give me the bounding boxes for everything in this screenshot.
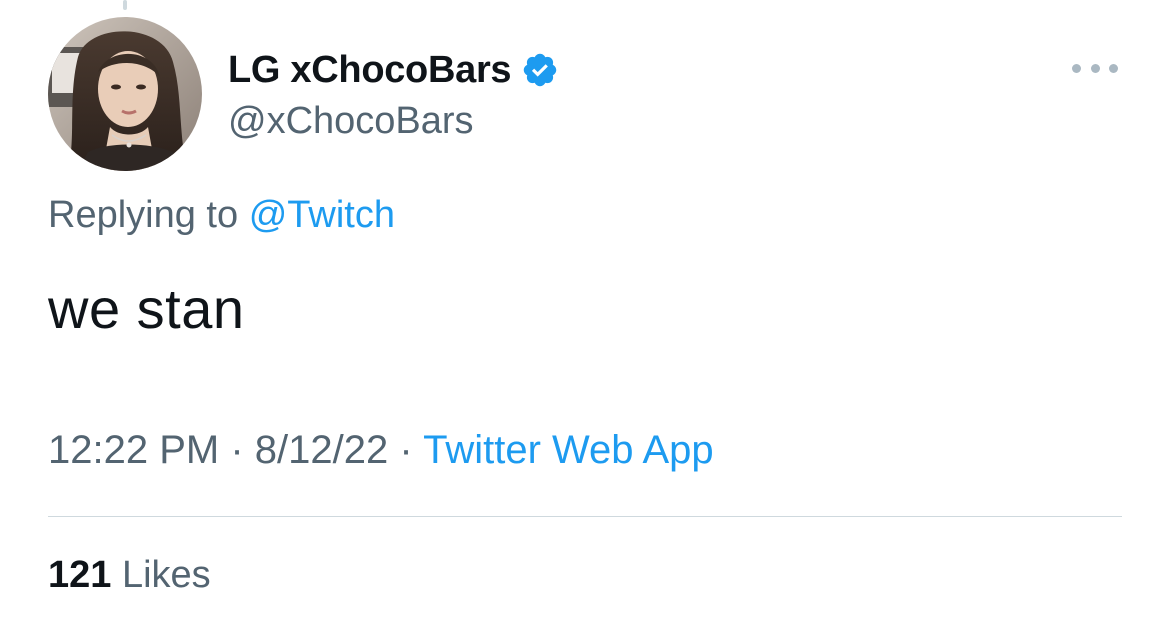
tweet-detail: LG xChocoBars @xChocoBars Replying to @T… (0, 0, 1170, 624)
tweet-text: we stan (48, 277, 245, 340)
display-name-row[interactable]: LG xChocoBars (228, 44, 559, 96)
user-handle[interactable]: @xChocoBars (228, 100, 474, 143)
avatar[interactable] (48, 17, 202, 171)
thread-connector-line (123, 0, 127, 10)
more-options-icon[interactable] (1072, 56, 1118, 80)
tweet-date[interactable]: 8/12/22 (255, 428, 388, 472)
replying-to-label: Replying to (48, 194, 239, 236)
tweet-meta: 12:22 PM · 8/12/22 · Twitter Web App (48, 428, 714, 473)
divider (48, 516, 1122, 517)
replying-to-line: Replying to @Twitch (48, 194, 395, 237)
likes-label: Likes (121, 554, 211, 596)
meta-separator: · (230, 428, 244, 472)
replying-to-mention-link[interactable]: @Twitch (249, 194, 395, 236)
tweet-source-link[interactable]: Twitter Web App (423, 428, 714, 472)
avatar-image (48, 17, 202, 171)
likes-stat[interactable]: 121 Likes (48, 554, 211, 597)
tweet-time[interactable]: 12:22 PM (48, 428, 219, 472)
meta-separator: · (399, 428, 413, 472)
verified-badge-icon[interactable] (521, 51, 559, 89)
display-name[interactable]: LG xChocoBars (228, 49, 512, 92)
likes-count: 121 (48, 554, 112, 596)
